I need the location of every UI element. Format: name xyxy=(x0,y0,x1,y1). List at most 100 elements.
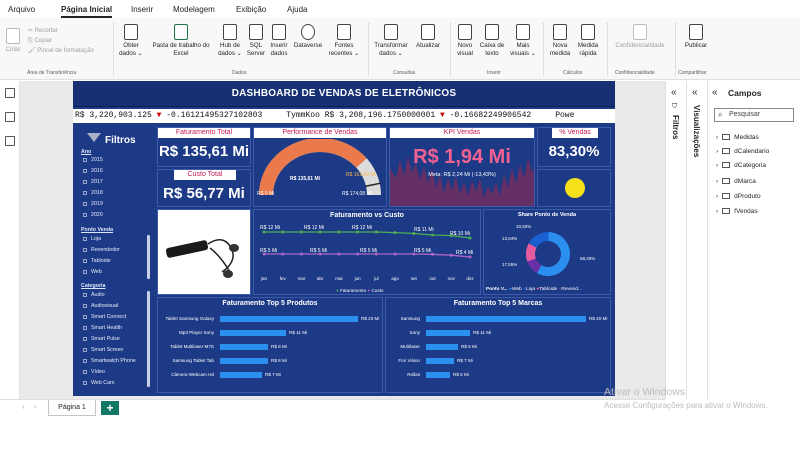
medida-rapida-button[interactable]: Medida rápida xyxy=(574,24,602,58)
filtros-label[interactable]: Filtros xyxy=(671,115,680,139)
visualizacoes-label[interactable]: Visualizações xyxy=(692,105,701,157)
menu-pagina-inicial[interactable]: Página Inicial xyxy=(61,5,113,18)
bar[interactable] xyxy=(220,329,286,336)
hub-dados-button[interactable]: Hub de dados ⌄ xyxy=(216,24,244,58)
slicer-item[interactable]: Web xyxy=(83,269,102,275)
kpi-meta: Meta: R$ 2,24 Mi (-13,43%) xyxy=(428,172,496,178)
bar[interactable] xyxy=(426,371,450,378)
next-page-icon[interactable]: › xyxy=(34,404,36,411)
custo-point xyxy=(281,252,285,256)
group-label: Dados xyxy=(232,70,247,76)
collapse-icon[interactable]: « xyxy=(671,87,677,98)
menu-ajuda[interactable]: Ajuda xyxy=(287,5,307,14)
recortar-button[interactable]: ✂ Recortar xyxy=(28,26,94,36)
slicer-item[interactable]: Audiovisual xyxy=(83,303,118,309)
slicer-item[interactable]: Smart Connect xyxy=(83,314,126,320)
field-item[interactable]: › dCalendario xyxy=(716,148,769,155)
slicer-item[interactable]: Web Cam xyxy=(83,380,114,386)
slicer-item[interactable]: 2020 xyxy=(83,212,103,218)
colar-button[interactable]: Colar xyxy=(4,28,22,54)
filtros-pane[interactable]: « ⛉ Filtros xyxy=(665,81,685,399)
bar[interactable] xyxy=(426,343,458,350)
card-custo-total[interactable]: Custo Total R$ 56,77 Mi xyxy=(157,169,251,207)
bar[interactable] xyxy=(426,315,586,322)
bar[interactable] xyxy=(220,357,268,364)
faturamento-vs-custo-visual[interactable]: Faturamento vs Custo jan fev mar abr mai jun j… xyxy=(253,209,481,295)
inserir-dados-button[interactable]: Inserir dados xyxy=(267,24,291,58)
slicer-item[interactable]: Smart Pulse xyxy=(83,336,120,342)
visualizacoes-pane[interactable]: « Visualizações xyxy=(686,81,706,399)
slicer-item[interactable]: Áudio xyxy=(83,292,105,298)
field-item[interactable]: › dProduto xyxy=(716,193,761,200)
publicar-button[interactable]: Publicar xyxy=(678,24,714,50)
bar[interactable] xyxy=(220,315,358,322)
slicer-item[interactable]: Loja xyxy=(83,236,101,242)
bar[interactable] xyxy=(220,343,268,350)
bar[interactable] xyxy=(426,357,454,364)
slicer-item[interactable]: Vídeo xyxy=(83,369,105,375)
refresh-icon xyxy=(421,24,435,40)
slicer-scrollbar[interactable] xyxy=(147,235,150,279)
performance-gauge-visual[interactable]: Performance de Vendas R$ 135,61 Mi R$ 16… xyxy=(253,127,387,207)
top5-marcas-visual[interactable]: Faturamento Top 5 Marcas Samsung R$ 40 Mi… xyxy=(385,297,611,393)
sql-server-button[interactable]: SQL Server xyxy=(245,24,267,58)
caixa-texto-button[interactable]: Caixa de texto xyxy=(477,24,507,58)
bar[interactable] xyxy=(220,371,262,378)
confidencialidade-button[interactable]: Confidencialidade xyxy=(608,24,672,50)
card-faturamento-total[interactable]: Faturamento Total R$ 135,61 Mi xyxy=(157,127,251,167)
card-pct-vendas[interactable]: % Vendas 83,30% xyxy=(537,127,611,167)
bar-value-label: R$ 8 Mi xyxy=(461,344,477,349)
share-ponto-venda-visual[interactable]: Share Ponto de Venda 10,93% 13,64% 17,55… xyxy=(483,209,611,295)
slicer-scrollbar[interactable] xyxy=(147,291,150,387)
mais-visuais-button[interactable]: Mais visuais ⌄ xyxy=(507,24,539,58)
top5-produtos-visual[interactable]: Faturamento Top 5 Produtos Tablet Samsun… xyxy=(157,297,383,393)
fontes-recentes-button[interactable]: Fontes recentes ⌄ xyxy=(326,24,362,58)
atualizar-button[interactable]: Atualizar xyxy=(411,24,445,50)
menu-modelagem[interactable]: Modelagem xyxy=(173,5,215,14)
slicer-item[interactable]: 2018 xyxy=(83,190,103,196)
table-view-icon[interactable] xyxy=(5,112,15,122)
field-item[interactable]: › dCategoria xyxy=(716,162,766,169)
novo-visual-button[interactable]: Novo visual xyxy=(453,24,477,58)
slicer-item[interactable]: 2015 xyxy=(83,157,103,163)
page-tab[interactable]: Página 1 xyxy=(48,400,96,416)
bar[interactable] xyxy=(426,329,470,336)
field-item[interactable]: › Medidas xyxy=(716,134,759,141)
prev-page-icon[interactable]: ‹ xyxy=(22,404,24,411)
menu-exibicao[interactable]: Exibição xyxy=(236,5,266,14)
kpi-label: KPI Vendas xyxy=(390,128,534,138)
dataverse-button[interactable]: Dataverse xyxy=(291,24,325,50)
transformar-dados-button[interactable]: Transformar dados ⌄ xyxy=(371,24,411,58)
kpi-vendas-visual[interactable]: KPI Vendas R$ 1,94 Mi Meta: R$ 2,24 Mi (… xyxy=(389,127,535,207)
visual-title: Faturamento Top 5 Marcas xyxy=(453,300,543,307)
pincel-button[interactable]: 🖌 Pincel de formatação xyxy=(28,46,94,56)
excel-button[interactable]: Pasta de trabalho do Excel xyxy=(146,24,216,58)
slicer-item[interactable]: Smart Health xyxy=(83,325,122,331)
bar-category-label: Fon Vision xyxy=(398,358,420,363)
group-label: Área de Transferência xyxy=(27,70,77,76)
card-label: Faturamento Total xyxy=(158,128,250,138)
grid-icon xyxy=(272,24,286,40)
slicer-item[interactable]: 2019 xyxy=(83,201,103,207)
chart-legend: ● Faturamento ● Custo xyxy=(336,288,384,293)
slicer-item[interactable]: Tabloide xyxy=(83,258,111,264)
field-item[interactable]: › dMarca xyxy=(716,178,756,185)
add-page-button[interactable]: + xyxy=(101,401,119,415)
model-view-icon[interactable] xyxy=(5,136,15,146)
report-view-icon[interactable] xyxy=(5,88,15,98)
search-input[interactable]: ⌕ Pesquisar xyxy=(714,108,794,122)
nova-medida-button[interactable]: Nova medida xyxy=(546,24,574,58)
obter-dados-button[interactable]: Obter dados ⌄ xyxy=(117,24,145,58)
menu-inserir[interactable]: Inserir xyxy=(131,5,153,14)
field-item[interactable]: › fVendas xyxy=(716,208,758,215)
search-icon: ⌕ xyxy=(718,110,723,119)
collapse-icon[interactable]: « xyxy=(712,87,718,98)
copiar-button[interactable]: ⎘ Copiar xyxy=(28,36,94,46)
slicer-item[interactable]: Smart Screen xyxy=(83,347,123,353)
slicer-item[interactable]: Revendedor xyxy=(83,247,120,253)
slicer-item[interactable]: 2017 xyxy=(83,179,103,185)
slicer-item[interactable]: 2016 xyxy=(83,168,103,174)
slicer-item[interactable]: Smartwatch Phone xyxy=(83,358,136,364)
menu-arquivo[interactable]: Arquivo xyxy=(8,5,35,14)
collapse-icon[interactable]: « xyxy=(692,87,698,98)
